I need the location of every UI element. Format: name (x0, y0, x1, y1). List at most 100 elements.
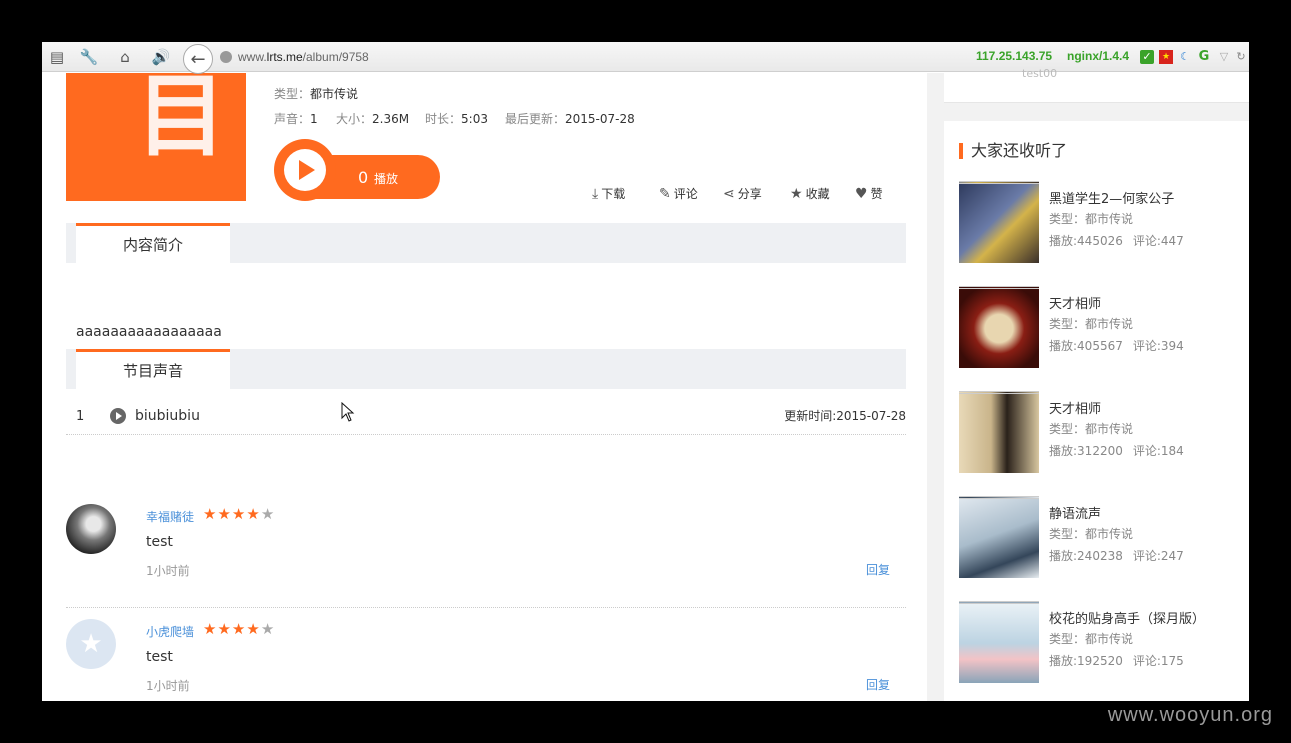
star-icon: ★ (231, 620, 247, 638)
browser-window: ▤ 🔧 ⌂ 🔊 ← www. lrts.me/album/9758 117.25.… (42, 42, 1249, 701)
play-circle-icon[interactable] (274, 139, 336, 201)
avatar[interactable] (66, 504, 116, 554)
play-button[interactable]: 0 播放 (274, 139, 440, 201)
star-icon: ★ (203, 620, 218, 638)
comment-text: test (146, 534, 173, 550)
comment-item: ★ 小虎爬墙 ★★★★★ test 1小时前 回复 (66, 619, 906, 701)
comment-button[interactable]: ✎ 评论 (659, 185, 698, 202)
download-icon: ⤓ (592, 185, 599, 202)
g-extension-icon[interactable]: G (1197, 50, 1211, 64)
globe-icon (220, 51, 232, 63)
recommend-item-type: 类型：都市传说 (1049, 212, 1134, 226)
main-content: 目 类型：都市传说 声音：1 大小：2.36M 时长：5:03 最后更新：201… (42, 73, 927, 701)
default-avatar-star-icon: ★ (79, 629, 103, 659)
browser-toolbar: ▤ 🔧 ⌂ 🔊 ← www. lrts.me/album/9758 117.25.… (42, 42, 1249, 74)
cover-art-icon: 目 (136, 73, 226, 169)
recommend-item[interactable]: 静语流声 类型：都市传说 播放:240238 评论:247 (959, 496, 1239, 580)
shield-icon[interactable]: ✓ (1140, 50, 1154, 64)
speaker-icon[interactable]: 🔊 (151, 47, 171, 67)
star-icon: ★ (246, 620, 261, 638)
comment-item: 幸福赌徒 ★★★★★ test 1小时前 回复 (66, 504, 906, 608)
tab-episodes[interactable]: 节目声音 (76, 349, 230, 389)
comment-user[interactable]: 幸福赌徒 (146, 508, 194, 525)
recommend-item-type: 类型：都市传说 (1049, 422, 1134, 436)
avatar[interactable]: ★ (66, 619, 116, 669)
tab-intro[interactable]: 内容简介 (76, 223, 230, 263)
arrow-left-icon: ← (190, 48, 206, 70)
url-path: /album/9758 (302, 50, 369, 64)
star-icon: ★ (260, 505, 276, 523)
comment-user[interactable]: 小虎爬墙 (146, 623, 194, 640)
album-cover: 目 (66, 73, 246, 201)
share-icon: ⋖ (723, 185, 735, 202)
recommend-item-stats: 播放:405567 评论:394 (1049, 339, 1184, 353)
rating-stars: ★★★★★ (203, 620, 275, 638)
episode-title[interactable]: biubiubiu (135, 408, 200, 424)
sidebar-top-text: test00 (1022, 67, 1058, 80)
star-icon: ★ (260, 620, 276, 638)
recommend-thumb[interactable] (959, 181, 1039, 263)
rating-stars: ★★★★★ (203, 505, 275, 523)
like-button[interactable]: ♥ 赞 (855, 185, 883, 202)
china-flag-icon[interactable]: ★ (1159, 50, 1173, 64)
star-icon: ★ (246, 505, 261, 523)
moon-icon[interactable]: ☾ (1178, 50, 1192, 64)
cursor-arrow-icon (341, 402, 355, 422)
comment-time: 1小时前 (146, 679, 190, 693)
intro-text: aaaaaaaaaaaaaaaaa (76, 324, 222, 340)
reply-link[interactable]: 回复 (866, 561, 890, 578)
recommend-item-type: 类型：都市传说 (1049, 527, 1134, 541)
recommend-item-title[interactable]: 天才相师 (1049, 293, 1101, 312)
back-button[interactable]: ← (183, 44, 213, 74)
refresh-icon[interactable]: ↻ (1234, 50, 1248, 64)
star-icon: ★ (217, 620, 232, 638)
star-icon: ★ (203, 505, 218, 523)
url-host: lrts.me (266, 50, 303, 64)
sidebar-gap (944, 103, 1249, 121)
episode-number: 1 (76, 409, 85, 424)
star-icon: ★ (217, 505, 232, 523)
recommend-title: 大家还收听了 (959, 143, 1067, 159)
dropdown-icon[interactable]: ▽ (1217, 50, 1231, 64)
album-updated: 最后更新：2015-07-28 (505, 112, 635, 126)
sidebar: test00 大家还收听了 黑道学生2—何家公子 类型：都市传说 播放:4450… (944, 67, 1249, 701)
recommend-item-title[interactable]: 校花的贴身高手（探月版） (1049, 608, 1205, 627)
episode-play-icon[interactable] (110, 408, 126, 424)
album-duration: 时长：5:03 (425, 112, 488, 126)
reply-link[interactable]: 回复 (866, 676, 890, 693)
recommend-item-title[interactable]: 黑道学生2—何家公子 (1049, 188, 1174, 207)
recommend-item-title[interactable]: 天才相师 (1049, 398, 1101, 417)
recommend-thumb[interactable] (959, 286, 1039, 368)
recommend-item[interactable]: 天才相师 类型：都市传说 播放:312200 评论:184 (959, 391, 1239, 475)
wrench-icon[interactable]: 🔧 (79, 47, 99, 67)
sidebar-top-box: test00 (944, 67, 1249, 103)
address-bar[interactable]: www. lrts.me/album/9758 (214, 47, 984, 67)
server-software: nginx/1.4.4 (1067, 49, 1130, 63)
recommend-item[interactable]: 天才相师 类型：都市传说 播放:405567 评论:394 (959, 286, 1239, 370)
column-gutter (927, 73, 944, 701)
recommend-item-type: 类型：都市传说 (1049, 317, 1134, 331)
download-button[interactable]: ⤓ 下载 (592, 185, 625, 202)
play-label: 播放 (374, 172, 399, 186)
episode-row[interactable]: 1 biubiubiu 更新时间:2015-07-28 (66, 393, 906, 435)
comment-time: 1小时前 (146, 564, 190, 578)
recommend-thumb[interactable] (959, 601, 1039, 683)
heart-icon: ♥ (855, 185, 868, 202)
recommend-item[interactable]: 校花的贴身高手（探月版） 类型：都市传说 播放:192520 评论:175 (959, 601, 1239, 685)
share-button[interactable]: ⋖ 分享 (723, 185, 762, 202)
play-count: 0 (358, 168, 369, 187)
favorite-button[interactable]: ★ 收藏 (790, 185, 830, 202)
recommend-item-title[interactable]: 静语流声 (1049, 503, 1101, 522)
url-prefix: www. (238, 50, 267, 64)
recommend-item-stats: 播放:312200 评论:184 (1049, 444, 1184, 458)
star-icon: ★ (231, 505, 247, 523)
episodes-section-bar: 节目声音 (66, 349, 906, 389)
recommend-thumb[interactable] (959, 391, 1039, 473)
recommend-item[interactable]: 黑道学生2—何家公子 类型：都市传说 播放:445026 评论:447 (959, 181, 1239, 265)
recommend-thumb[interactable] (959, 496, 1039, 578)
recommend-item-stats: 播放:240238 评论:247 (1049, 549, 1184, 563)
edit-icon: ✎ (659, 185, 671, 202)
sidebar-icon[interactable]: ▤ (47, 47, 67, 67)
home-icon[interactable]: ⌂ (115, 47, 135, 67)
recommend-item-stats: 播放:192520 评论:175 (1049, 654, 1184, 668)
